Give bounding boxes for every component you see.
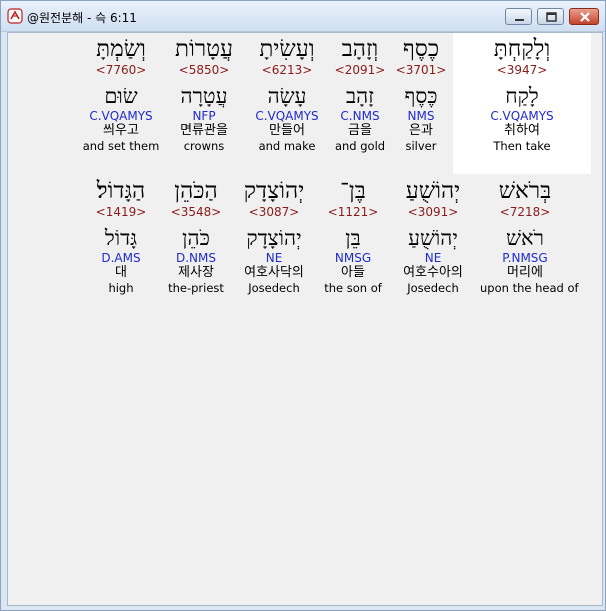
hebrew-word: בְּרֹאשׁ	[498, 178, 552, 204]
lemma: גָּדוֹל	[104, 226, 138, 250]
english-gloss: and set them	[82, 139, 160, 153]
lemma: רֹאשׁ	[506, 226, 544, 250]
lemma: בֵּן	[345, 226, 361, 250]
english-gloss: Then take	[493, 139, 551, 153]
korean-gloss: 대	[115, 265, 127, 280]
word-cell[interactable]: עֲטָרוֹת <5850> עֲטָרָה NFP 면류관을 crowns	[159, 35, 249, 154]
english-gloss: crowns	[183, 139, 225, 153]
hebrew-word: הַגָּדוֹל׃	[96, 178, 146, 204]
strong-number: <1121>	[327, 205, 379, 219]
english-gloss: and make	[258, 139, 316, 153]
lemma: שׂוּם	[104, 84, 138, 108]
korean-gloss: 여호사닥의	[244, 265, 304, 280]
strong-number: <1419>	[95, 205, 147, 219]
minimize-button[interactable]	[505, 8, 532, 25]
parsing: NFP	[192, 109, 216, 123]
strong-number: <3091>	[407, 205, 459, 219]
korean-gloss: 여호수아의	[403, 265, 463, 280]
korean-gloss: 취하여	[504, 123, 540, 138]
strong-number: <3947>	[496, 63, 548, 77]
parsing: C.VQAMYS	[89, 109, 153, 123]
app-icon	[7, 8, 23, 24]
strong-number: <3087>	[248, 205, 300, 219]
parsing: P.NMSG	[502, 251, 548, 265]
korean-gloss: 아들	[341, 265, 365, 280]
lemma: עֲטָרָה	[180, 84, 228, 108]
word-cell[interactable]: בֶּן־ <1121> בֵּן NMSG 아들 the son of	[308, 177, 398, 296]
word-cell[interactable]: יְהוֹצָדָק <3087> יְהוֹצָדָק NE 여호사닥의 Jo…	[229, 177, 319, 296]
hebrew-word: וְשַׂמְתָּ	[96, 36, 146, 62]
korean-gloss: 머리에	[507, 265, 543, 280]
lemma: יְהוֹשֻׁעַ	[408, 226, 458, 250]
word-cell[interactable]: יְהוֹשֻׁעַ <3091> יְהוֹשֻׁעַ NE 여호수아의 Jo…	[388, 177, 478, 296]
parsing: NMSG	[334, 251, 372, 265]
strong-number: <7760>	[95, 63, 147, 77]
word-cell[interactable]: וְשַׂמְתָּ <7760> שׂוּם C.VQAMYS 씌우고 and…	[76, 35, 166, 154]
lemma: יְהוֹצָדָק	[246, 226, 302, 250]
maximize-icon	[546, 12, 557, 22]
app-window: @원전분해 - 슥 6:11 וְלָקַחְתָּ <3947> לָקַח …	[0, 0, 606, 611]
strong-number: <7218>	[499, 205, 551, 219]
korean-gloss: 씌우고	[103, 123, 139, 138]
word-cell[interactable]: הַגָּדוֹל׃ <1419> גָּדוֹל D.AMS 대 high	[76, 177, 166, 296]
hebrew-word: עֲטָרוֹת	[174, 36, 234, 62]
parsing: NE	[265, 251, 283, 265]
english-gloss: the son of	[324, 281, 382, 295]
english-gloss: upon the head of	[480, 281, 579, 295]
parsing: D.AMS	[101, 251, 141, 265]
maximize-button[interactable]	[537, 8, 564, 25]
close-button[interactable]	[569, 8, 599, 25]
parsing: C.VQAMYS	[255, 109, 319, 123]
english-gloss: high	[108, 281, 134, 295]
strong-number: <6213>	[261, 63, 313, 77]
hebrew-word: בֶּן־	[340, 178, 366, 204]
korean-gloss: 만들어	[269, 123, 305, 138]
lemma: עָשָׂה	[267, 84, 307, 108]
lemma: לָקַח	[505, 84, 539, 108]
parsing: NE	[424, 251, 442, 265]
word-cell[interactable]: בְּרֹאשׁ <7218> רֹאשׁ P.NMSG 머리에 upon th…	[480, 177, 579, 296]
strong-number: <5850>	[178, 63, 230, 77]
title-bar[interactable]: @원전분해 - 슥 6:11	[1, 1, 605, 32]
hebrew-word: וְלָקַחְתָּ	[493, 36, 551, 62]
hebrew-word: וְעָשִׂיתָ	[259, 36, 315, 62]
hebrew-word: יְהוֹצָדָק	[243, 178, 305, 204]
analysis-panel: וְלָקַחְתָּ <3947> לָקַח C.VQAMYS 취하여 Th…	[7, 32, 603, 606]
window-title: @원전분해 - 슥 6:11	[27, 11, 137, 25]
hebrew-word: יְהוֹשֻׁעַ	[405, 178, 461, 204]
english-gloss: Josedech	[248, 281, 300, 295]
word-cell[interactable]: וְעָשִׂיתָ <6213> עָשָׂה C.VQAMYS 만들어 an…	[242, 35, 332, 154]
korean-gloss: 면류관을	[180, 123, 228, 138]
word-cell[interactable]: וְלָקַחְתָּ <3947> לָקַח C.VQAMYS 취하여 Th…	[477, 35, 567, 154]
english-gloss: Josedech	[407, 281, 459, 295]
minimize-icon	[515, 19, 524, 21]
parsing: C.VQAMYS	[490, 109, 554, 123]
close-icon	[580, 12, 590, 22]
